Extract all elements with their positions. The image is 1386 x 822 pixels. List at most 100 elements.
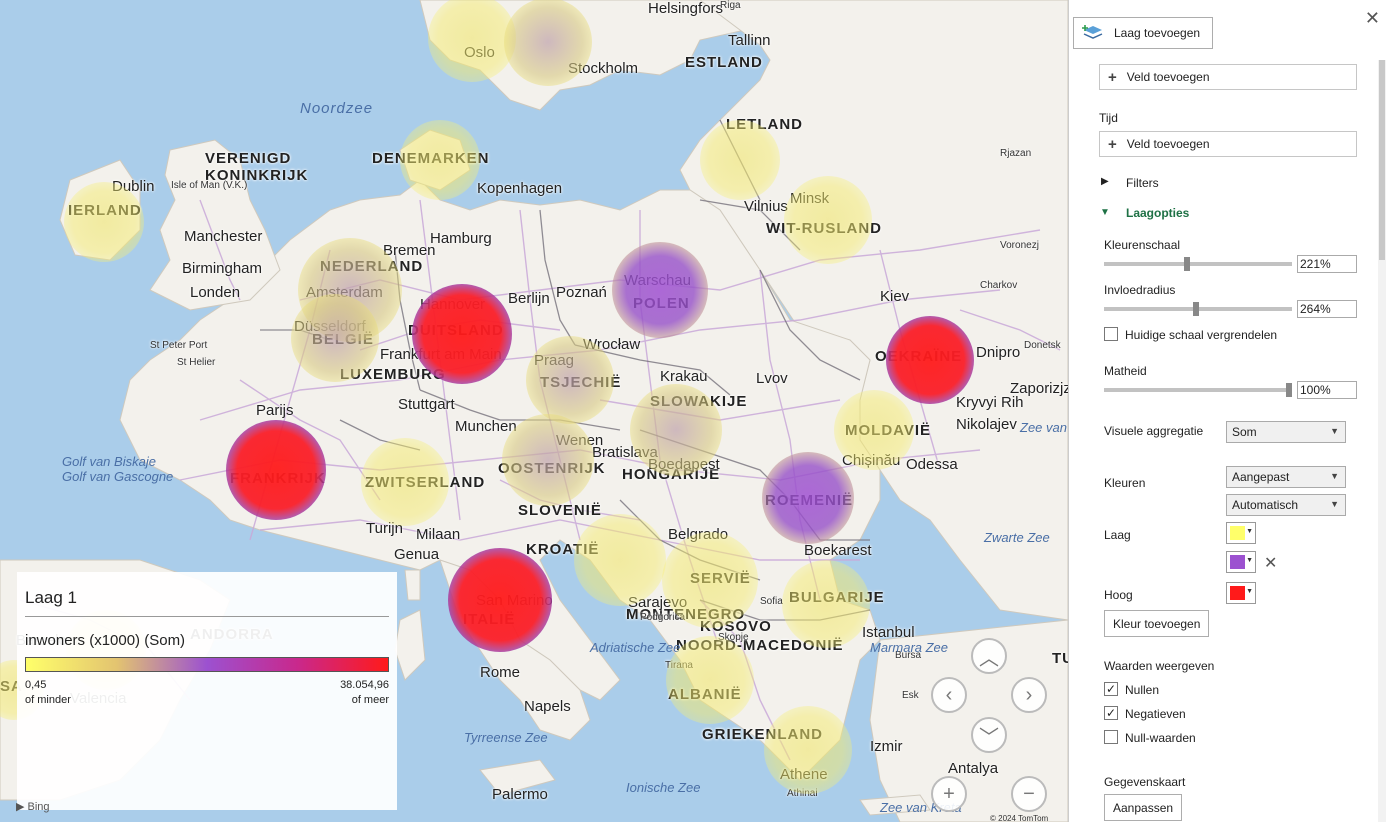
remove-color-icon[interactable]: ✕ — [1264, 553, 1277, 573]
lock-scale-checkbox[interactable] — [1104, 327, 1118, 341]
city-label: Warschau — [624, 272, 691, 289]
city-label: Boedapest — [648, 456, 720, 473]
city-label: Wrocław — [583, 336, 641, 353]
place-label: Isle of Man (V.K.) — [171, 180, 248, 191]
layer-options-section[interactable]: Laagopties — [1126, 206, 1189, 220]
color-scale-slider-handle[interactable] — [1184, 257, 1190, 271]
add-field-button-2[interactable]: + Veld toevoegen — [1099, 131, 1357, 157]
country-label-mk: NOORD-MACEDONIË — [676, 637, 844, 654]
city-label: Turijn — [366, 520, 403, 537]
up-arrow-icon: ︿ — [979, 647, 999, 670]
city-label: Amsterdam — [306, 284, 383, 301]
place-label: Skopje — [718, 632, 749, 643]
city-label: Düsseldorf — [294, 318, 366, 335]
pan-up-button[interactable]: ︿ — [971, 638, 1007, 674]
filters-expand-icon[interactable]: ▶ — [1101, 176, 1109, 187]
sea-label: Noordzee — [300, 100, 374, 117]
color-scale-slider[interactable] — [1104, 257, 1292, 271]
color-scale-input[interactable]: 221% — [1297, 255, 1357, 273]
dropdown-arrow-icon: ▼ — [1246, 588, 1253, 595]
high-color-picker[interactable]: ▼ — [1226, 582, 1256, 604]
radius-slider-handle[interactable] — [1193, 302, 1199, 316]
city-label: Hannover — [420, 296, 486, 313]
opacity-slider[interactable] — [1104, 383, 1292, 397]
opacity-slider-handle[interactable] — [1286, 383, 1292, 397]
country-label-lu: LUXEMBURG — [340, 366, 446, 383]
city-label: Vilnius — [744, 198, 788, 215]
map-attribution: © 2024 TomTom — [990, 814, 1049, 822]
layer-options-collapse-icon[interactable]: ▼ — [1100, 207, 1110, 218]
lock-scale-label: Huidige schaal vergrendelen — [1125, 328, 1278, 342]
city-label: Palermo — [492, 786, 548, 803]
add-layer-button[interactable]: Laag toevoegen — [1073, 17, 1213, 49]
add-field-label-1: Veld toevoegen — [1126, 70, 1210, 84]
country-label-bg: BULGARIJE — [789, 589, 885, 606]
pan-left-button[interactable]: ‹ — [931, 677, 967, 713]
country-label-ie: IERLAND — [68, 202, 142, 219]
city-label: Manchester — [184, 228, 263, 245]
radius-slider[interactable] — [1104, 302, 1292, 316]
aggregation-value: Som — [1232, 425, 1257, 439]
city-label: Sarajevo — [628, 594, 688, 611]
scrollbar-thumb[interactable] — [1379, 60, 1385, 260]
chevron-down-icon: ▼ — [1330, 499, 1339, 509]
sea-label: Marmara Zee — [870, 640, 949, 655]
sea-label: Adriatische Zee — [590, 640, 681, 655]
chevron-down-icon: ▼ — [1330, 471, 1339, 481]
bing-logo: ▶ Bing — [16, 800, 50, 813]
pan-right-button[interactable]: › — [1011, 677, 1047, 713]
colors-palette-value: Automatisch — [1232, 498, 1299, 512]
add-layer-label: Laag toevoegen — [1114, 26, 1201, 40]
country-label-ch: ZWITSERLAND — [365, 474, 486, 491]
nulls-checkbox[interactable] — [1104, 730, 1118, 744]
map-canvas[interactable]: VERENIGD KONINKRIJK IERLAND DENEMARKEN NEDE… — [0, 0, 1068, 822]
place-label: Riga — [720, 0, 741, 11]
customize-button[interactable]: Aanpassen — [1104, 794, 1183, 821]
city-label: Milaan — [416, 526, 461, 543]
low-color-chip — [1230, 526, 1245, 540]
negatives-checkbox[interactable]: ✓ — [1104, 706, 1118, 720]
legend-max-note: of meer — [351, 694, 389, 706]
mid-color-picker[interactable]: ▼ — [1226, 551, 1256, 573]
city-label: Boekarest — [804, 542, 872, 559]
colors-palette-select[interactable]: Automatisch ▼ — [1226, 494, 1346, 516]
city-label: Nikolajev — [956, 416, 1017, 433]
city-label: Praag — [534, 352, 575, 369]
customize-label: Aanpassen — [1113, 800, 1174, 815]
negatives-label: Negatieven — [1125, 707, 1186, 721]
place-label: Voronezj — [1000, 240, 1039, 251]
zoom-out-button[interactable]: − — [1011, 776, 1047, 812]
colors-mode-select[interactable]: Aangepast ▼ — [1226, 466, 1346, 488]
close-icon[interactable]: ✕ — [1365, 8, 1380, 29]
radius-input[interactable]: 264% — [1297, 300, 1357, 318]
add-color-button[interactable]: Kleur toevoegen — [1104, 610, 1210, 637]
city-label: Hamburg — [430, 230, 492, 247]
place-label: Esk — [902, 690, 919, 701]
opacity-input[interactable]: 100% — [1297, 381, 1357, 399]
country-label-ua: OEKRAÏNE — [875, 348, 963, 365]
panel-scrollbar[interactable] — [1378, 60, 1386, 822]
zeros-checkbox[interactable]: ✓ — [1104, 682, 1118, 696]
country-label-de: DUITSLAND — [408, 322, 504, 339]
aggregation-select[interactable]: Som ▼ — [1226, 421, 1346, 443]
dropdown-arrow-icon: ▼ — [1246, 528, 1253, 535]
low-color-picker[interactable]: ▼ — [1226, 522, 1256, 544]
country-label-ro: ROEMENIË — [765, 492, 854, 509]
add-field-button-1[interactable]: + Veld toevoegen — [1099, 64, 1357, 90]
legend-min-value: 0,45 — [25, 679, 47, 691]
aggregation-label: Visuele aggregatie — [1104, 424, 1204, 438]
dropdown-arrow-icon: ▼ — [1246, 557, 1253, 564]
zoom-in-button[interactable]: + — [931, 776, 967, 812]
city-label: Genua — [394, 546, 440, 563]
filters-section[interactable]: Filters — [1126, 176, 1159, 190]
city-label: Izmir — [870, 738, 903, 755]
city-label: Krakau — [660, 368, 708, 385]
country-label-tr: TU — [1052, 650, 1068, 667]
place-label: Sofia — [760, 596, 783, 607]
city-label: Tallinn — [728, 32, 771, 49]
city-label: Chișinău — [842, 452, 901, 469]
pan-down-button[interactable]: ﹀ — [971, 717, 1007, 753]
opacity-label: Matheid — [1104, 364, 1147, 378]
city-label: Oslo — [464, 44, 495, 61]
city-label: Londen — [190, 284, 241, 301]
